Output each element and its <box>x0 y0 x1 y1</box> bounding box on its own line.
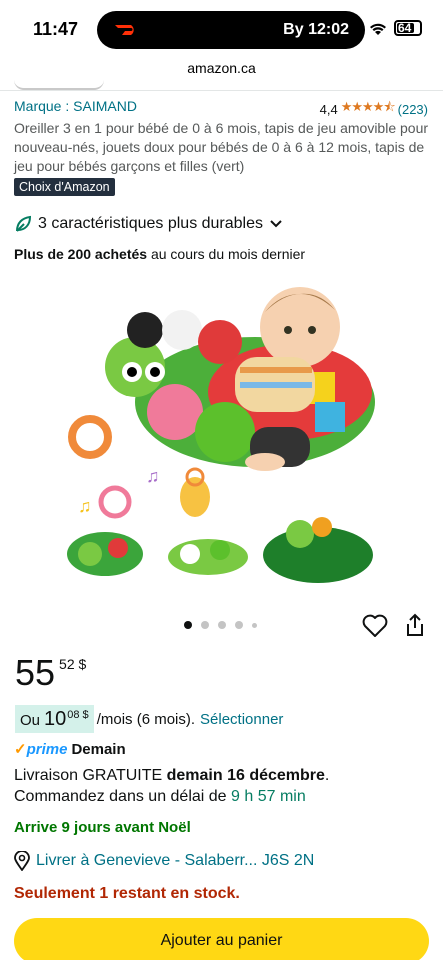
sustainability-label: 3 caractéristiques plus durables <box>38 215 264 232</box>
carousel-indicator[interactable] <box>184 621 257 629</box>
location-pin-icon <box>14 851 30 871</box>
monthly-payment: Ou 10 08 $ /mois (6 mois). Sélectionner <box>15 705 283 733</box>
leaf-icon <box>16 215 32 232</box>
star-rating-icon: ★★★★⯪ <box>340 99 396 114</box>
order-countdown: 9 h 57 min <box>231 788 306 805</box>
divider <box>0 90 443 91</box>
free-delivery-end: . <box>324 767 330 784</box>
status-bar: 11:47 By 12:02 64 <box>0 0 443 58</box>
sustainability-toggle[interactable]: 3 caractéristiques plus durables <box>14 215 283 233</box>
monthly-select-link[interactable]: Sélectionner <box>200 711 283 728</box>
chevron-down-icon <box>270 220 282 228</box>
product-image[interactable]: ♫ ♫ <box>60 272 380 590</box>
purchase-count: Plus de 200 achetés au cours du mois der… <box>14 246 305 262</box>
order-within-label: Commandez dans un délai de <box>14 788 232 805</box>
add-to-cart-button[interactable]: Ajouter au panier <box>14 918 429 960</box>
delivery-location-text[interactable]: Livrer à Genevieve - Salaberr... J6S 2N <box>36 852 314 870</box>
prime-delivery: ✓ prime Demain <box>14 740 126 759</box>
carousel-dot[interactable] <box>252 622 257 628</box>
status-time: 11:47 <box>33 19 79 39</box>
monthly-whole: 10 <box>44 708 67 730</box>
product-title: Oreiller 3 en 1 pour bébé de 0 à 6 mois,… <box>14 120 429 174</box>
brand-link[interactable]: Marque : SAIMAND <box>14 98 137 114</box>
rating-summary[interactable]: 4,4 ★★★★⯪ (223) <box>320 98 428 120</box>
review-count[interactable]: (223) <box>398 102 428 117</box>
monthly-price-highlight: Ou 10 08 $ <box>15 705 94 733</box>
christmas-arrival: Arrive 9 jours avant Noël <box>14 819 191 836</box>
battery-icon: 64 <box>394 20 422 36</box>
dynamic-island[interactable]: By 12:02 <box>97 11 365 49</box>
monthly-term: /mois (6 mois). <box>96 710 196 728</box>
stock-status: Seulement 1 restant en stock. <box>14 885 240 902</box>
price-fraction: 52 $ <box>59 656 87 672</box>
prime-check-icon: ✓ <box>14 741 27 758</box>
free-delivery-label: Livraison GRATUITE <box>14 767 167 784</box>
doordash-icon <box>115 25 134 35</box>
svg-text:♫: ♫ <box>78 496 92 516</box>
monthly-fraction: 08 $ <box>67 709 89 721</box>
prime-day: Demain <box>71 740 126 758</box>
free-delivery-date: demain 16 décembre <box>166 767 325 784</box>
price-whole: 55 <box>15 652 56 693</box>
address-bar[interactable]: amazon.ca <box>0 60 443 76</box>
rating-value: 4,4 <box>319 101 338 117</box>
share-icon[interactable] <box>404 613 426 637</box>
carousel-dot[interactable] <box>218 621 226 629</box>
delivery-location[interactable]: Livrer à Genevieve - Salaberr... J6S 2N <box>14 851 314 871</box>
carousel-dot[interactable] <box>201 621 209 629</box>
purchase-count-strong: Plus de 200 achetés <box>14 246 148 262</box>
purchase-count-rest: au cours du mois dernier <box>147 246 306 262</box>
monthly-prefix: Ou <box>20 712 41 729</box>
battery-level: 64 <box>398 21 412 35</box>
carousel-dot[interactable] <box>184 621 192 629</box>
svg-text:♫: ♫ <box>146 466 160 486</box>
product-price: 55 52 $ <box>15 652 86 694</box>
cropped-image-edge <box>14 80 104 90</box>
wishlist-heart-icon[interactable] <box>362 614 388 638</box>
wifi-icon <box>370 23 386 35</box>
delivery-info: Livraison GRATUITE demain 16 décembre. C… <box>14 765 329 807</box>
prime-logo: prime <box>26 740 68 758</box>
amazon-choice-badge[interactable]: Choix d'Amazon <box>14 178 115 196</box>
delivery-eta: By 12:02 <box>283 21 349 38</box>
carousel-dot[interactable] <box>235 621 243 629</box>
